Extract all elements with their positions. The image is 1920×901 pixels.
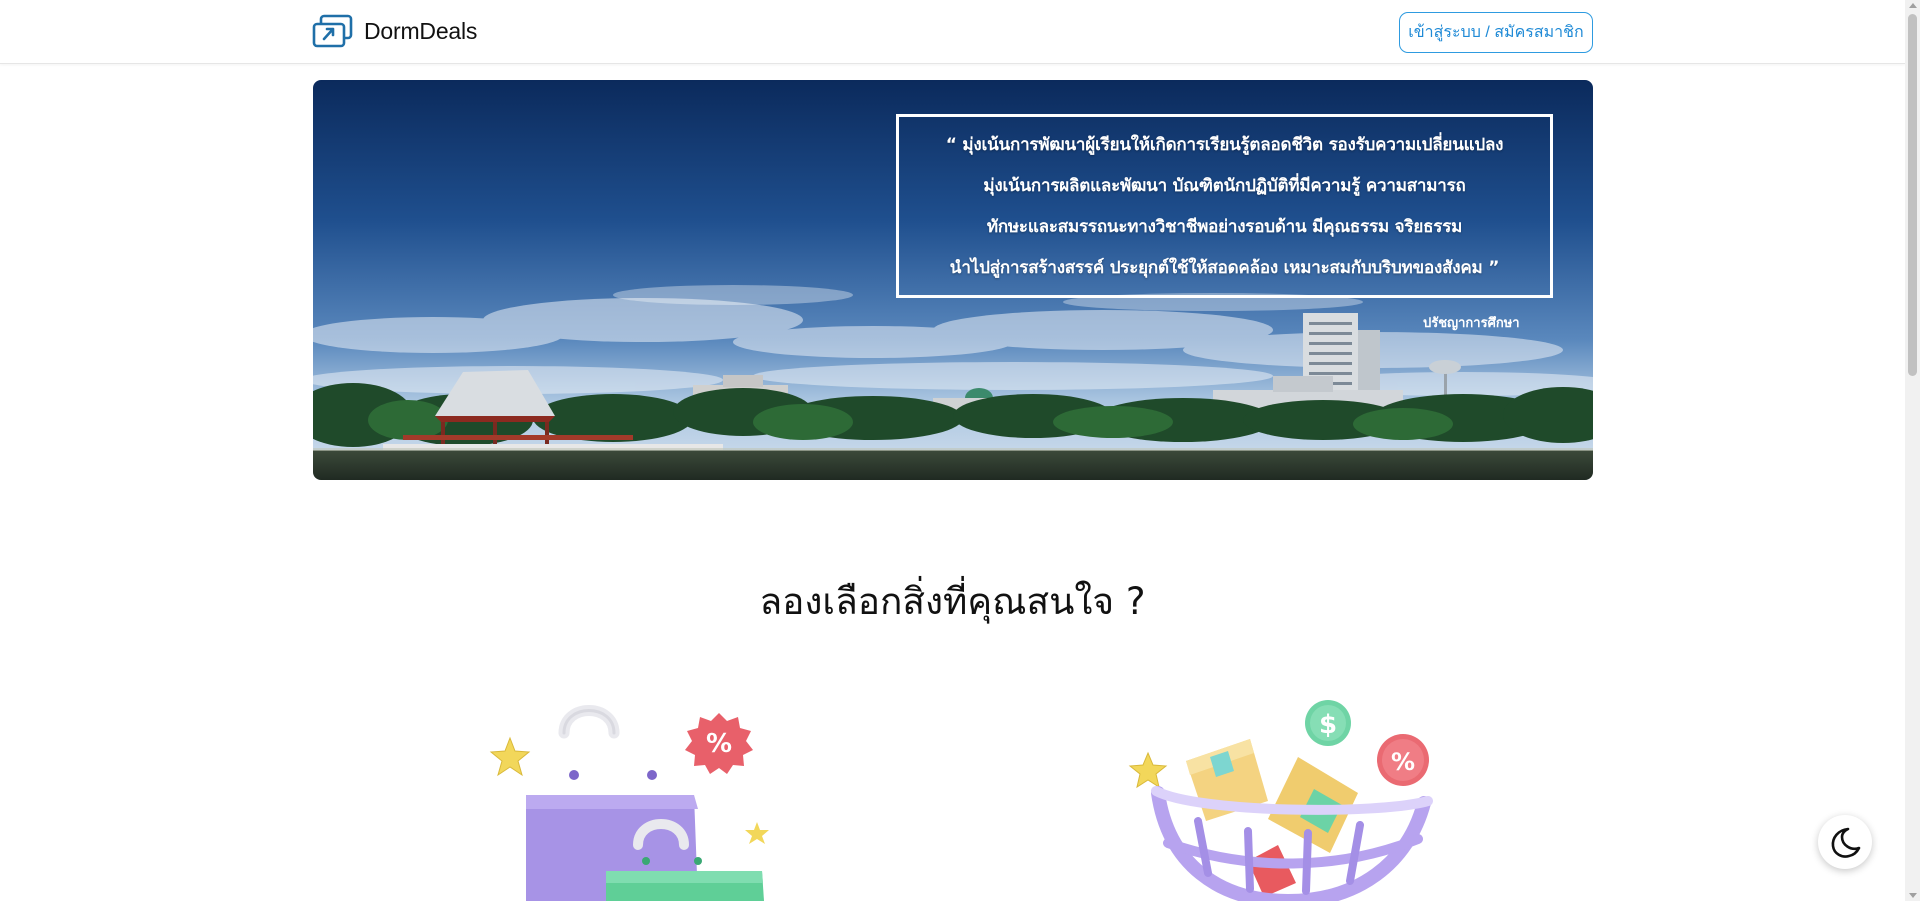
page: DormDeals เข้าสู่ระบบ / สมัครสมาชิก “ มุ… [0,0,1920,901]
quote-caption: ปรัชญาการศึกษา [1423,316,1520,331]
scroll-up-arrow[interactable] [1909,3,1917,8]
svg-text:%: % [706,729,732,759]
quote-line-3: ทักษะและสมรรถนะทางวิชาชีพอย่างรอบด้าน มี… [986,217,1463,237]
svg-text:%: % [1391,748,1415,776]
login-register-button[interactable]: เข้าสู่ระบบ / สมัครสมาชิก [1399,12,1593,53]
swap-arrows-icon [312,14,353,48]
theme-toggle-button[interactable] [1818,815,1872,869]
scroll-thumb[interactable] [1908,14,1917,376]
section-title: ลองเลือกสิ่งที่คุณสนใจ ? [759,580,1146,623]
shopping-category-card[interactable]: % [486,695,776,901]
brand-name: DormDeals [364,17,478,44]
hero-banner: “ มุ่งเน้นการพัฒนาผู้เรียนให้เกิดการเรีย… [313,80,1593,480]
shopping-basket-icon: $ % [1128,700,1433,901]
brand-logo-link[interactable]: DormDeals [312,14,477,48]
quote-line-2: มุ่งเน้นการผลิตและพัฒนา บัณฑิตนักปฏิบัติ… [983,176,1466,196]
basket-category-card[interactable]: $ % [1128,693,1438,901]
quote-line-1: “ มุ่งเน้นการพัฒนาผู้เรียนให้เกิดการเรีย… [945,135,1504,155]
moon-icon [1831,827,1861,858]
shopping-bags-icon: % [489,705,769,901]
svg-text:$: $ [1319,710,1337,740]
page-scrollbar[interactable] [1905,0,1920,901]
quote-line-4: นำไปสู่การสร้างสรรค์ ประยุกต์ใช้ให้สอดคล… [949,258,1500,278]
scroll-down-arrow[interactable] [1909,893,1917,898]
philosophy-quote-box: “ มุ่งเน้นการพัฒนาผู้เรียนให้เกิดการเรีย… [896,114,1553,298]
top-navbar: DormDeals เข้าสู่ระบบ / สมัครสมาชิก [0,0,1905,64]
